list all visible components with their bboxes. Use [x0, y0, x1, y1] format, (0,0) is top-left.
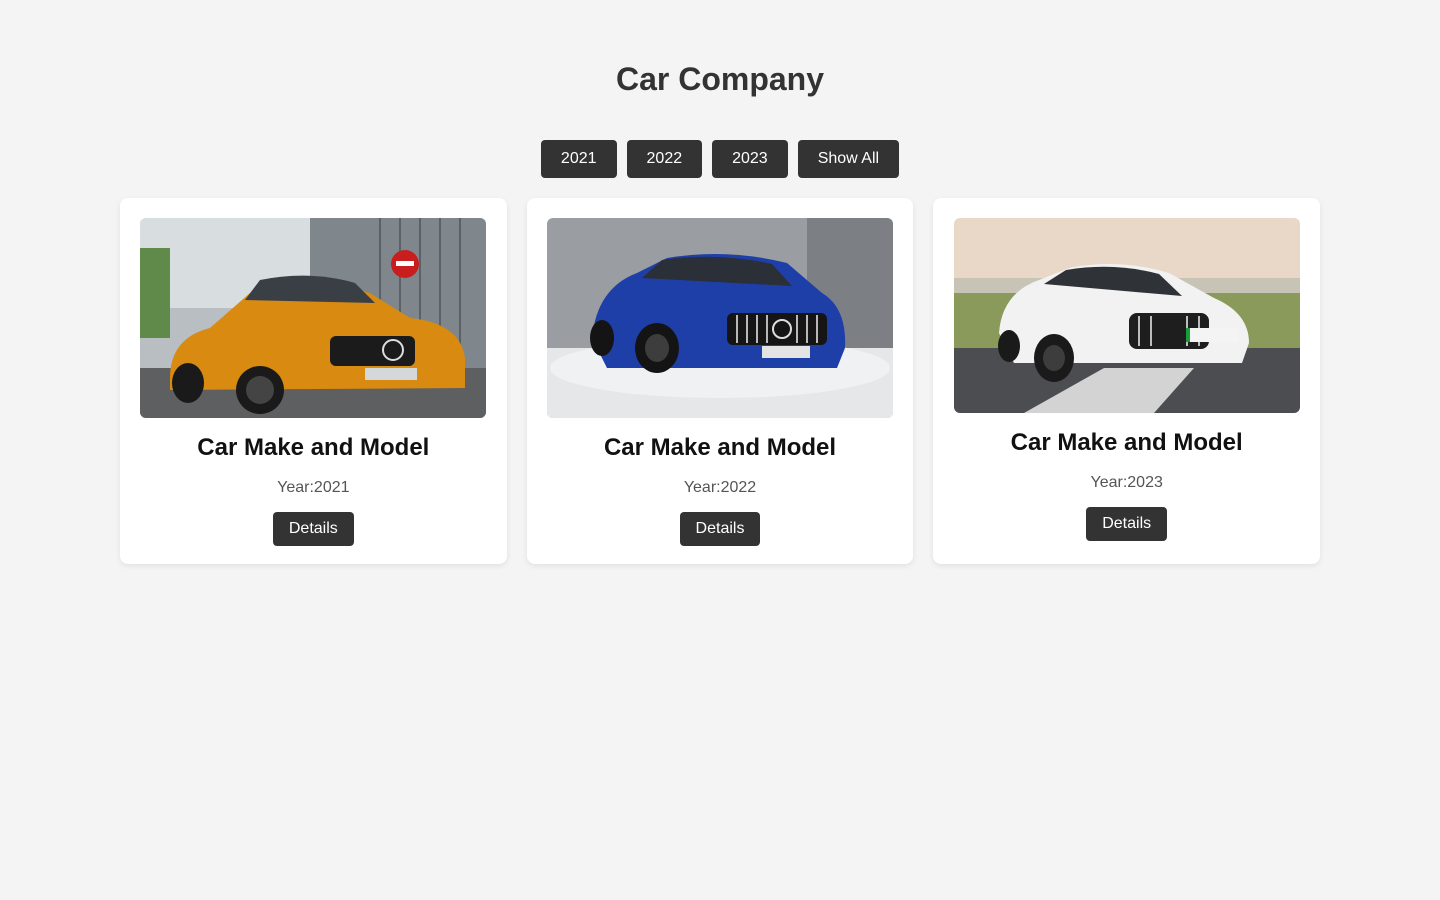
show-all-button[interactable]: Show All: [797, 140, 900, 178]
year-value: 2023: [1127, 474, 1163, 491]
year-label: Year:: [277, 479, 314, 496]
year-label: Year:: [1090, 474, 1128, 491]
car-title: Car Make and Model: [603, 434, 837, 461]
blue-sports-car-image: [547, 218, 893, 418]
year-label: Year:: [683, 479, 721, 496]
page-title: Car Company: [615, 61, 825, 97]
car-title: Car Make and Model: [1010, 429, 1243, 456]
car-year: Year:2021: [140, 478, 487, 498]
car-year: Year:2022: [547, 478, 894, 498]
car-title: Car Make and Model: [197, 434, 430, 461]
year-value: 2022: [720, 479, 757, 496]
details-button[interactable]: Details: [1086, 507, 1168, 541]
filter-2022-button[interactable]: 2022: [626, 140, 703, 178]
white-sedan-car-image: [953, 218, 1300, 413]
orange-sports-car-image: [140, 218, 487, 418]
car-year: Year:2023: [953, 473, 1300, 493]
car-card: Car Make and Model Year:2022 Details: [526, 198, 914, 564]
car-grid: Car Make and Model Year:2021 Details Car…: [120, 198, 1321, 564]
details-button[interactable]: Details: [679, 512, 761, 546]
details-button[interactable]: Details: [272, 512, 354, 546]
car-card: Car Make and Model Year:2023 Details: [933, 198, 1321, 564]
car-card: Car Make and Model Year:2021 Details: [120, 198, 507, 564]
year-filter-bar: 2021 2022 2023 Show All: [0, 140, 1440, 178]
filter-2023-button[interactable]: 2023: [712, 140, 788, 178]
filter-2021-button[interactable]: 2021: [540, 140, 617, 178]
year-value: 2021: [313, 479, 350, 496]
